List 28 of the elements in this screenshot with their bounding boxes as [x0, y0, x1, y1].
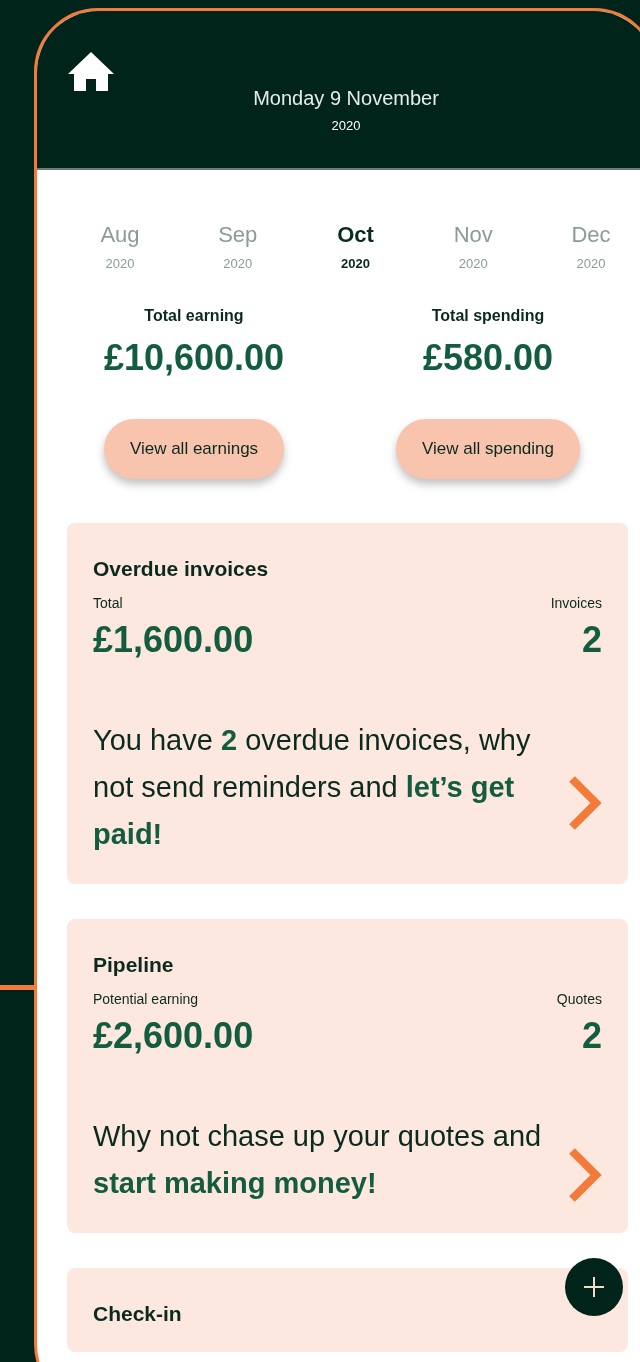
- card-title: Overdue invoices: [93, 557, 269, 581]
- card-count: 2: [581, 1015, 602, 1057]
- plus-icon: [583, 1276, 605, 1298]
- view-all-button[interactable]: View all spending: [396, 419, 580, 479]
- total-amount: £10,600.00: [103, 337, 285, 379]
- header-date: Monday 9 November: [253, 87, 439, 110]
- month-tab[interactable]: Nov 2020: [417, 222, 530, 271]
- count-label: Invoices: [550, 595, 602, 611]
- total-label: Total earning: [144, 307, 244, 325]
- card-title: Pipeline: [93, 953, 174, 977]
- home-icon[interactable]: [66, 50, 116, 92]
- month-tab[interactable]: Dec 2020: [535, 222, 640, 271]
- card-amount: £1,600.00: [93, 619, 254, 661]
- total-label: Total spending: [431, 307, 545, 325]
- card-count: 2: [581, 619, 602, 661]
- month-tab[interactable]: Sep 2020: [181, 222, 294, 271]
- card-amount: £2,600.00: [93, 1015, 254, 1057]
- view-all-button[interactable]: View all earnings: [103, 419, 285, 479]
- count-label: Quotes: [556, 991, 602, 1007]
- month-tab[interactable]: Oct 2020: [299, 222, 412, 271]
- card-message: Why not chase up your quotes and start making money!: [93, 1119, 543, 1201]
- card-message: You have 2 overdue invoices, why not send reminders and let’s get paid!: [93, 723, 532, 852]
- amount-label: Total: [93, 595, 123, 611]
- header-year: 2020: [331, 118, 361, 133]
- total-amount: £580.00: [422, 337, 554, 379]
- month-tab[interactable]: Aug 2020: [64, 222, 176, 271]
- amount-label: Potential earning: [93, 991, 199, 1007]
- card-title: Check-in: [93, 1302, 182, 1326]
